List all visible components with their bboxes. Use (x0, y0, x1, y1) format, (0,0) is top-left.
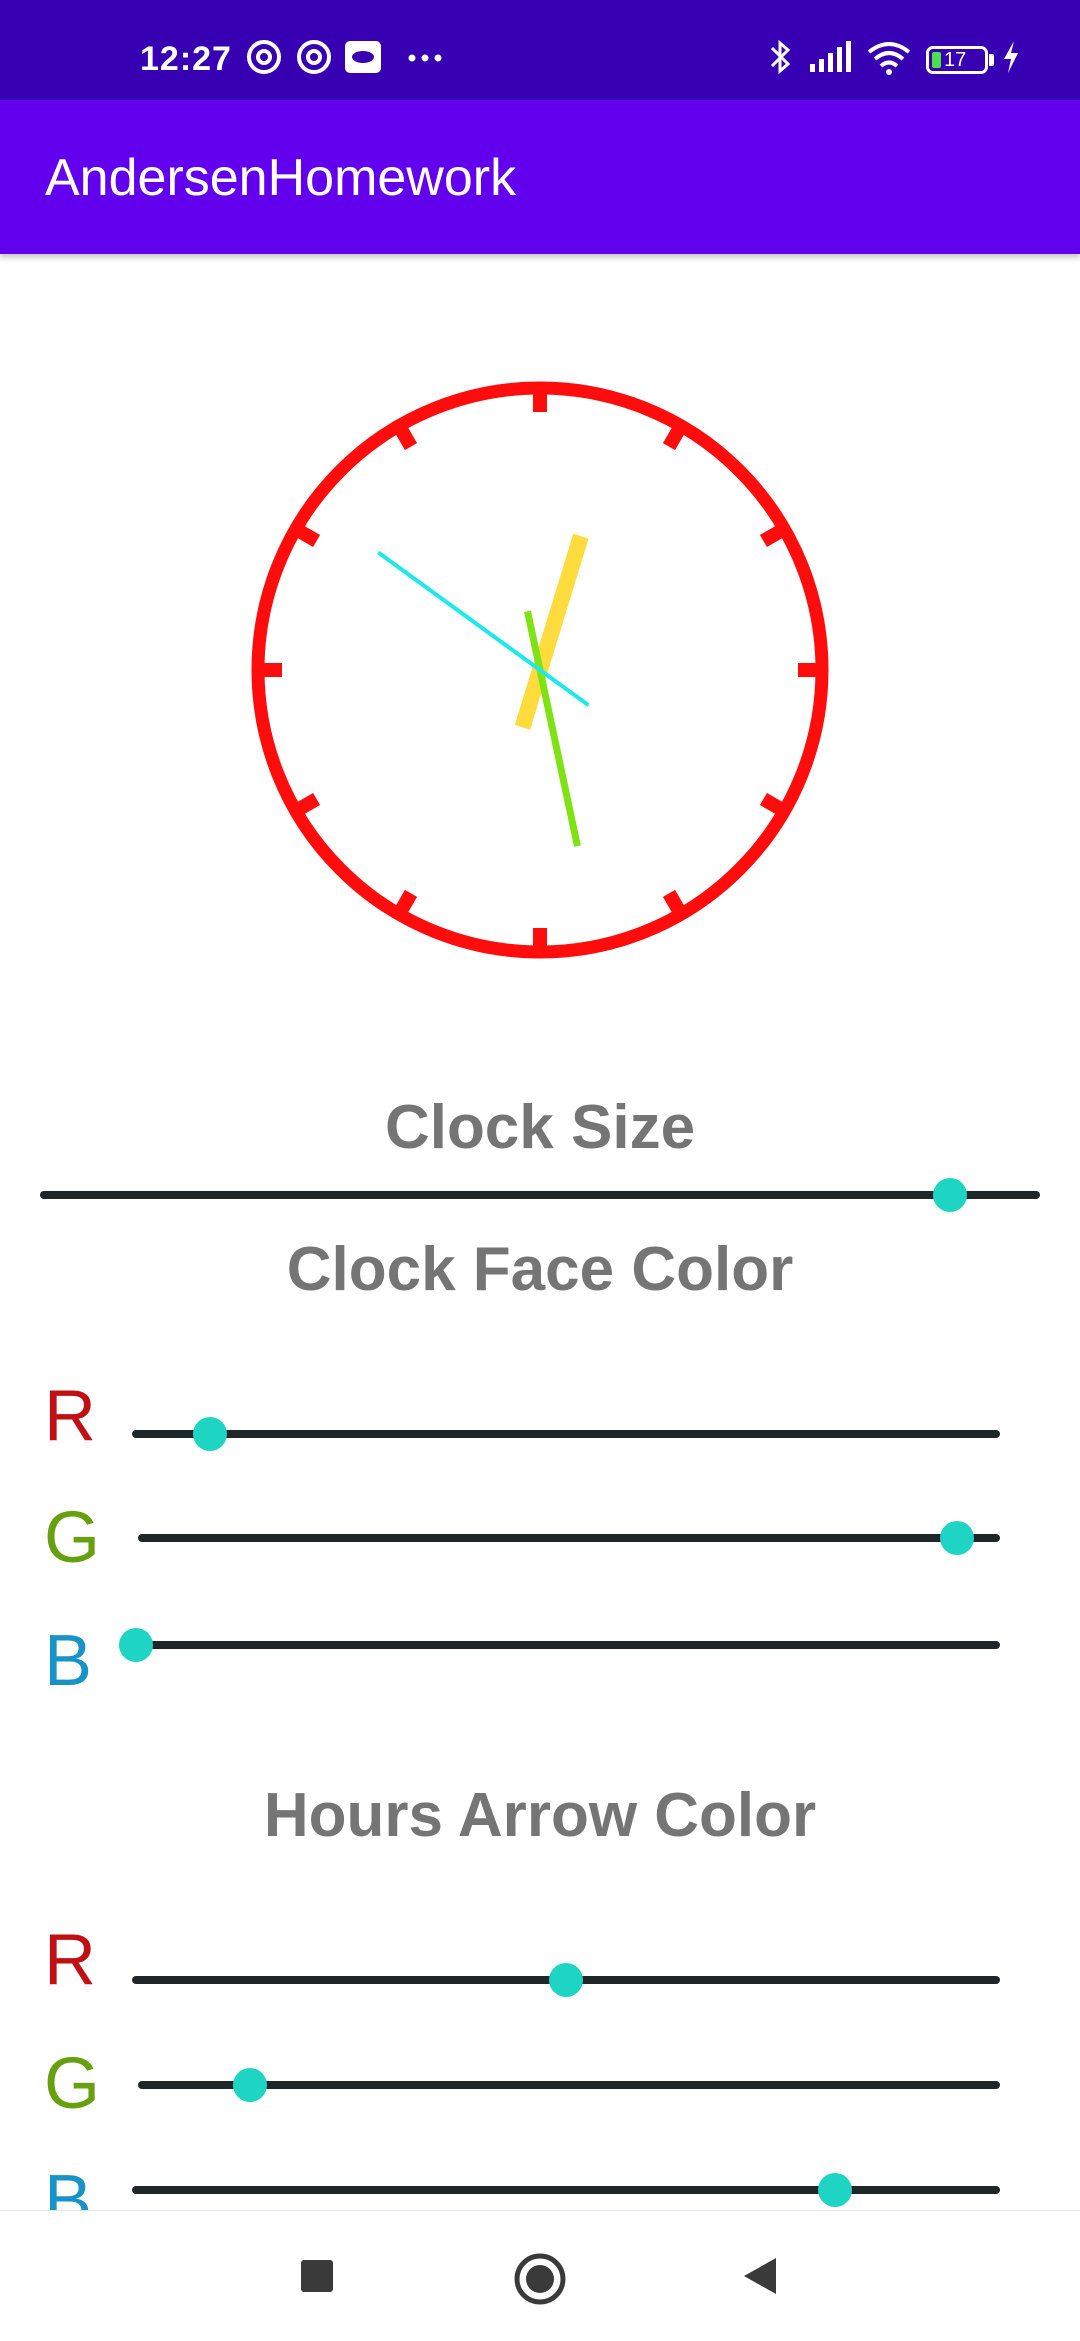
status-bar: 12:27 17 (0, 0, 1080, 100)
back-triangle-icon[interactable] (740, 2255, 780, 2297)
slider-track (40, 1191, 1040, 1199)
app-bar: AndersenHomework (0, 100, 1080, 254)
at-sign-icon (297, 40, 331, 74)
hours-b-slider[interactable] (132, 2165, 1000, 2215)
face-b-slider[interactable] (119, 1620, 1000, 1670)
navigation-bar (0, 2210, 1080, 2341)
clock-face-color-title: Clock Face Color (286, 1235, 794, 1304)
slider-thumb[interactable] (818, 2173, 853, 2207)
battery-level: 17 (944, 49, 967, 71)
slider-track (138, 1534, 1000, 1542)
hours-g-slider[interactable] (138, 2060, 1000, 2110)
bluetooth-icon (770, 39, 791, 75)
face-g-label: G (44, 1498, 101, 1578)
slider-track (136, 1641, 1000, 1649)
slider-thumb[interactable] (119, 1628, 153, 1662)
clock-face (251, 381, 829, 959)
slider-track (132, 1430, 1000, 1438)
hours-r-label: R (44, 1920, 96, 2000)
hours-arrow-color-title: Hours Arrow Color (263, 1781, 817, 1850)
analog-clock (240, 370, 840, 970)
slider-thumb[interactable] (193, 1417, 228, 1451)
clock-size-title: Clock Size (384, 1093, 696, 1162)
face-r-label: R (44, 1376, 96, 1456)
slider-thumb[interactable] (933, 1178, 967, 1212)
slider-thumb[interactable] (233, 2068, 268, 2102)
media-icon (345, 41, 381, 73)
hours-g-label: G (44, 2044, 101, 2124)
face-r-slider[interactable] (132, 1409, 1000, 1459)
charging-icon (1004, 41, 1018, 73)
status-time: 12:27 (140, 40, 232, 78)
battery-tip (989, 54, 994, 66)
battery-icon: 17 (926, 46, 988, 74)
home-circle-icon[interactable] (512, 2251, 568, 2307)
wifi-icon (867, 42, 911, 75)
at-sign-icon (247, 40, 281, 74)
clock-size-slider[interactable] (40, 1170, 1040, 1220)
face-g-slider[interactable] (138, 1513, 1000, 1563)
slider-track (132, 2186, 1000, 2194)
recents-square-icon[interactable] (298, 2257, 336, 2295)
app-title: AndersenHomework (45, 149, 517, 207)
more-dots-icon (408, 54, 442, 62)
signal-icon (810, 41, 851, 72)
slider-thumb[interactable] (939, 1521, 974, 1555)
hours-r-slider[interactable] (132, 1955, 1000, 2005)
slider-track (138, 2081, 1000, 2089)
slider-thumb[interactable] (549, 1963, 583, 1997)
face-b-label: B (44, 1621, 93, 1701)
